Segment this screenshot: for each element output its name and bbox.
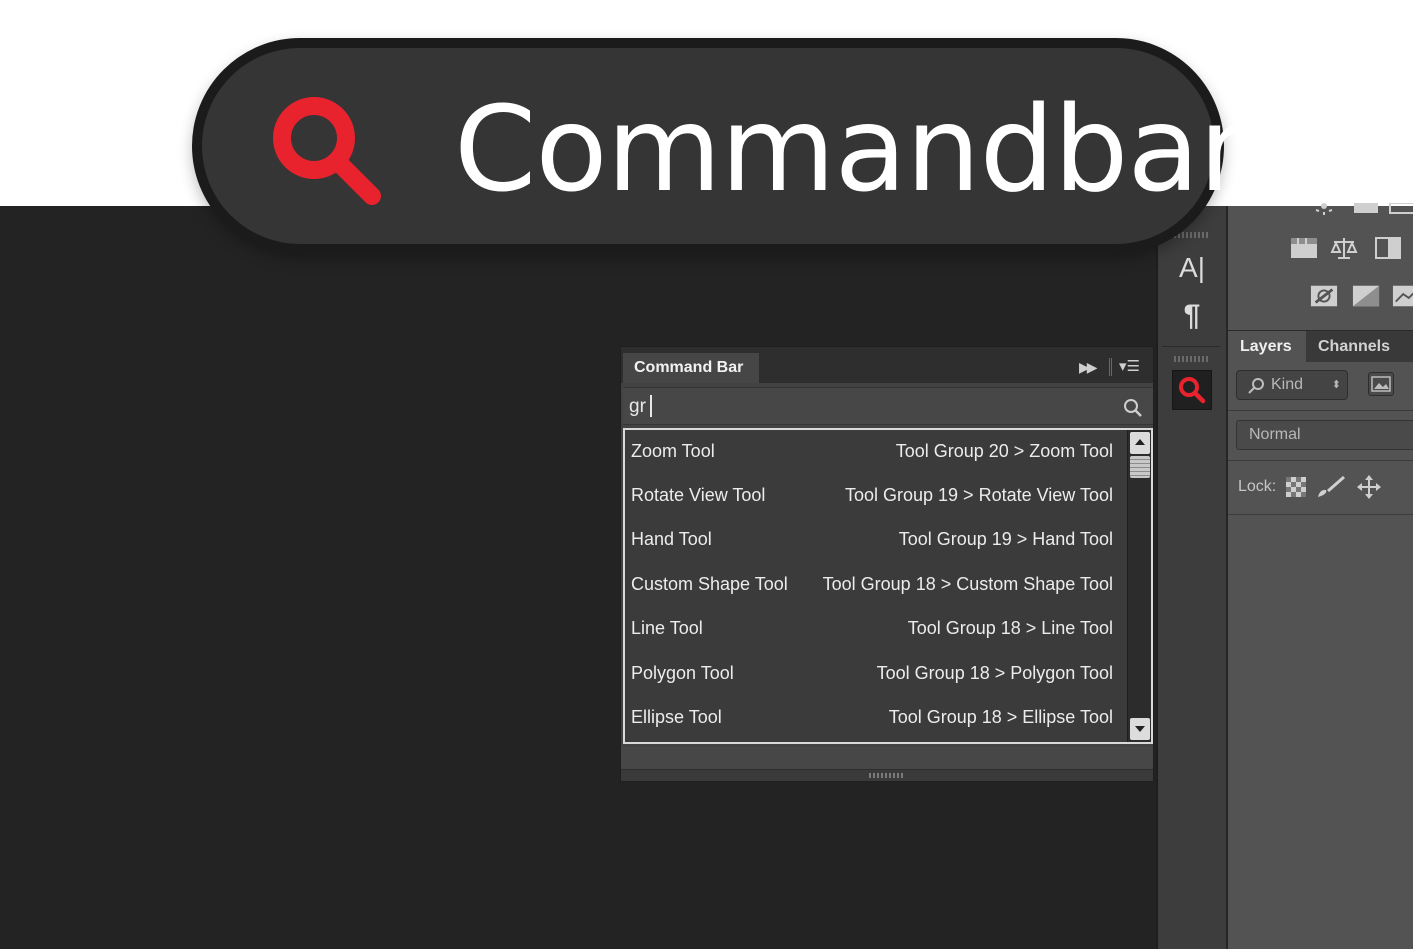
- commandbar-search-icon: [1179, 377, 1206, 404]
- result-path: Tool Group 19 > Rotate View Tool: [844, 485, 1113, 505]
- panel-divider-2: [1228, 460, 1413, 461]
- updown-arrows-icon: ⬍: [1331, 379, 1341, 391]
- result-path: Tool Group 20 > Zoom Tool: [895, 441, 1113, 461]
- layers-panel-group: Layers Channels Kind ⬍ Normal Lock:: [1226, 203, 1413, 949]
- scroll-up-arrow-icon[interactable]: [1130, 432, 1150, 454]
- layers-tab-bar: Layers Channels: [1228, 330, 1413, 363]
- command-bar-header: Command Bar ▶▶ ▾☰: [621, 347, 1153, 383]
- result-row[interactable]: Line Tool Tool Group 18 > Line Tool: [625, 607, 1129, 651]
- command-results-list: Zoom Tool Tool Group 20 > Zoom Tool Rota…: [623, 428, 1153, 744]
- result-name: Polygon Tool: [631, 663, 734, 683]
- result-row[interactable]: Ellipse Tool Tool Group 18 > Ellipse Too…: [625, 696, 1129, 740]
- tab-channels[interactable]: Channels: [1306, 331, 1402, 363]
- paragraph-panel-icon: ¶: [1183, 299, 1201, 332]
- brightness-icon[interactable]: [1310, 200, 1338, 224]
- lock-image-pixels-brush-icon[interactable]: [1316, 475, 1346, 499]
- results-scrollbar[interactable]: [1127, 430, 1151, 742]
- gradient-map-icon[interactable]: [1352, 284, 1380, 308]
- resize-bar[interactable]: [621, 769, 1153, 781]
- commandbar-panel-button[interactable]: [1172, 370, 1212, 410]
- collapse-panel-icon[interactable]: ▶▶: [1079, 359, 1097, 376]
- filter-kind-label: Kind: [1271, 376, 1304, 393]
- search-icon: [273, 97, 381, 205]
- command-bar-search: [623, 387, 1153, 425]
- dock-grip-2[interactable]: [1174, 356, 1208, 362]
- layer-filter-kind-select[interactable]: Kind ⬍: [1236, 370, 1348, 400]
- result-path: Tool Group 19 > Hand Tool: [898, 529, 1113, 549]
- result-row[interactable]: Zoom Tool Tool Group 20 > Zoom Tool: [625, 430, 1129, 474]
- stage: A| ¶ Layers Channels Kind ⬍ Normal Lock:…: [0, 0, 1413, 949]
- invert-icon[interactable]: [1310, 284, 1338, 308]
- command-search-input[interactable]: [629, 392, 1109, 422]
- blend-mode-select[interactable]: Normal: [1236, 420, 1413, 450]
- scroll-down-arrow-icon[interactable]: [1130, 718, 1150, 740]
- result-path: Tool Group 18 > Line Tool: [907, 618, 1113, 638]
- commandbar-banner: Commandbar: [192, 38, 1247, 254]
- color-lookup-icon[interactable]: [1290, 236, 1318, 260]
- result-row[interactable]: Custom Shape Tool Tool Group 18 > Custom…: [625, 563, 1129, 607]
- result-name: Rotate View Tool: [631, 485, 766, 505]
- panel-menu-icon[interactable]: ▾☰: [1119, 357, 1140, 375]
- paragraph-panel-button[interactable]: ¶: [1172, 296, 1212, 336]
- resize-grip[interactable]: [869, 773, 903, 778]
- filter-search-icon: [1248, 378, 1264, 394]
- character-panel-icon: A|: [1179, 252, 1205, 283]
- curves-adjustment-icon[interactable]: [1388, 198, 1413, 222]
- character-panel-button[interactable]: A|: [1172, 248, 1212, 288]
- banner-title: Commandbar: [454, 80, 1247, 218]
- result-name: Zoom Tool: [631, 441, 715, 461]
- scrollbar-thumb[interactable]: [1130, 456, 1150, 478]
- search-icon[interactable]: [1123, 398, 1143, 418]
- panel-dock-strip: A| ¶: [1156, 206, 1226, 949]
- image-icon: [1371, 376, 1391, 392]
- result-name: Custom Shape Tool: [631, 574, 788, 594]
- result-path: Tool Group 18 > Ellipse Tool: [888, 707, 1113, 727]
- layers-list[interactable]: [1228, 514, 1413, 949]
- levels-adjustment-icon[interactable]: [1352, 198, 1380, 222]
- result-row[interactable]: Rotate View Tool Tool Group 19 > Rotate …: [625, 474, 1129, 518]
- command-bar-footer: [621, 747, 1153, 781]
- result-name: Ellipse Tool: [631, 707, 722, 727]
- command-bar-tab[interactable]: Command Bar: [623, 353, 759, 383]
- strip-divider: [1162, 346, 1220, 347]
- lock-position-move-icon[interactable]: [1356, 474, 1382, 500]
- color-balance-icon[interactable]: [1330, 236, 1358, 260]
- adjustments-panel: [1228, 203, 1413, 330]
- lock-label: Lock:: [1238, 478, 1277, 495]
- result-path: Tool Group 18 > Custom Shape Tool: [822, 574, 1113, 594]
- tab-layers[interactable]: Layers: [1228, 331, 1306, 363]
- result-row[interactable]: Polygon Tool Tool Group 18 > Polygon Too…: [625, 652, 1129, 696]
- threshold-icon[interactable]: [1392, 284, 1413, 308]
- lock-transparent-pixels-icon[interactable]: [1286, 477, 1307, 497]
- text-caret: [650, 395, 652, 417]
- lock-row: Lock:: [1238, 474, 1382, 500]
- result-path: Tool Group 18 > Polygon Tool: [876, 663, 1113, 683]
- header-separator: [1109, 358, 1112, 376]
- panel-divider: [1228, 410, 1413, 411]
- result-name: Hand Tool: [631, 529, 712, 549]
- result-name: Line Tool: [631, 618, 703, 638]
- black-white-icon[interactable]: [1374, 236, 1402, 260]
- command-bar-panel: Command Bar ▶▶ ▾☰ Zoom Tool Tool Group 2…: [620, 346, 1154, 782]
- result-row[interactable]: Hand Tool Tool Group 19 > Hand Tool: [625, 518, 1129, 562]
- pixel-layer-filter-button[interactable]: [1368, 372, 1394, 396]
